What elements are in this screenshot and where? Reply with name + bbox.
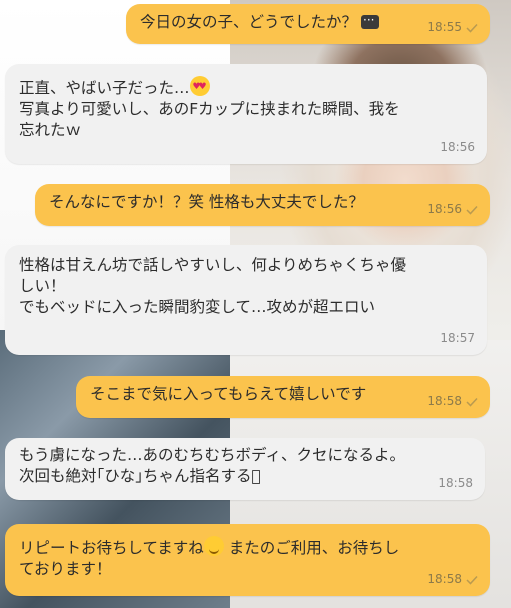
sent-check-icon [466,397,478,407]
message-time: 18:56 [440,140,475,154]
message-meta: 18:58 [427,391,478,412]
message-meta: 18:56 [427,199,478,220]
message-text: そんなにですか！？笑 性格も大丈夫でした？ [49,193,364,211]
message-meta: 18:55 [427,17,478,38]
message-outgoing[interactable]: そんなにですか！？笑 性格も大丈夫でした？ 18:56 [35,184,490,226]
message-time: 18:57 [440,331,475,345]
message-text: もう虜になった…あのむちむちボディ、クセになるよ。 次回も絶対｢ひな｣ちゃん指名… [19,446,405,485]
message-time: 18:55 [427,20,462,34]
smiling-blush-emoji-icon [203,536,224,556]
message-incoming[interactable]: もう虜になった…あのむちむちボディ、クセになるよ。 次回も絶対｢ひな｣ちゃん指名… [5,438,485,500]
sent-check-icon [466,23,478,33]
message-text: 性格は甘えん坊で話しやすいし、何よりめちゃくちゃ優 しい！ でもベッドに入った瞬… [19,256,407,316]
message-text: そこまで気に入ってもらえて嬉しいです [90,385,367,403]
message-meta: 18:57 [440,328,475,349]
message-text-line1: 正直、やばい子だった… [19,79,190,97]
message-text: 写真より可愛いし、あのFカップに挟まれた瞬間、我を 忘れたｗ [19,100,400,139]
sent-check-icon [466,575,478,585]
message-outgoing[interactable]: そこまで気に入ってもらえて嬉しいです 18:58 [76,376,490,418]
message-time: 18:56 [427,202,462,216]
heart-eyes-emoji-icon [189,76,210,98]
message-time: 18:58 [438,476,473,490]
sent-check-icon [466,205,478,215]
message-text: 今日の女の子、どうでしたか？ [140,13,358,31]
message-incoming[interactable]: 性格は甘えん坊で話しやすいし、何よりめちゃくちゃ優 しい！ でもベッドに入った瞬… [5,245,487,355]
message-meta: 18:56 [440,137,475,158]
message-incoming[interactable]: 正直、やばい子だった… 写真より可愛いし、あのFカップに挟まれた瞬間、我を 忘れ… [5,64,487,164]
message-meta: 18:58 [438,473,473,494]
message-outgoing[interactable]: リピートお待ちしてますね またのご利用、お待ちし ております！ 18:58 [5,524,490,596]
message-text-a: リピートお待ちしてますね [19,539,204,557]
message-time: 18:58 [427,572,462,586]
message-outgoing[interactable]: 今日の女の子、どうでしたか？ 18:55 [126,4,490,44]
message-meta: 18:58 [427,569,478,590]
chat-bubble-icon [361,10,380,31]
message-time: 18:58 [427,394,462,408]
